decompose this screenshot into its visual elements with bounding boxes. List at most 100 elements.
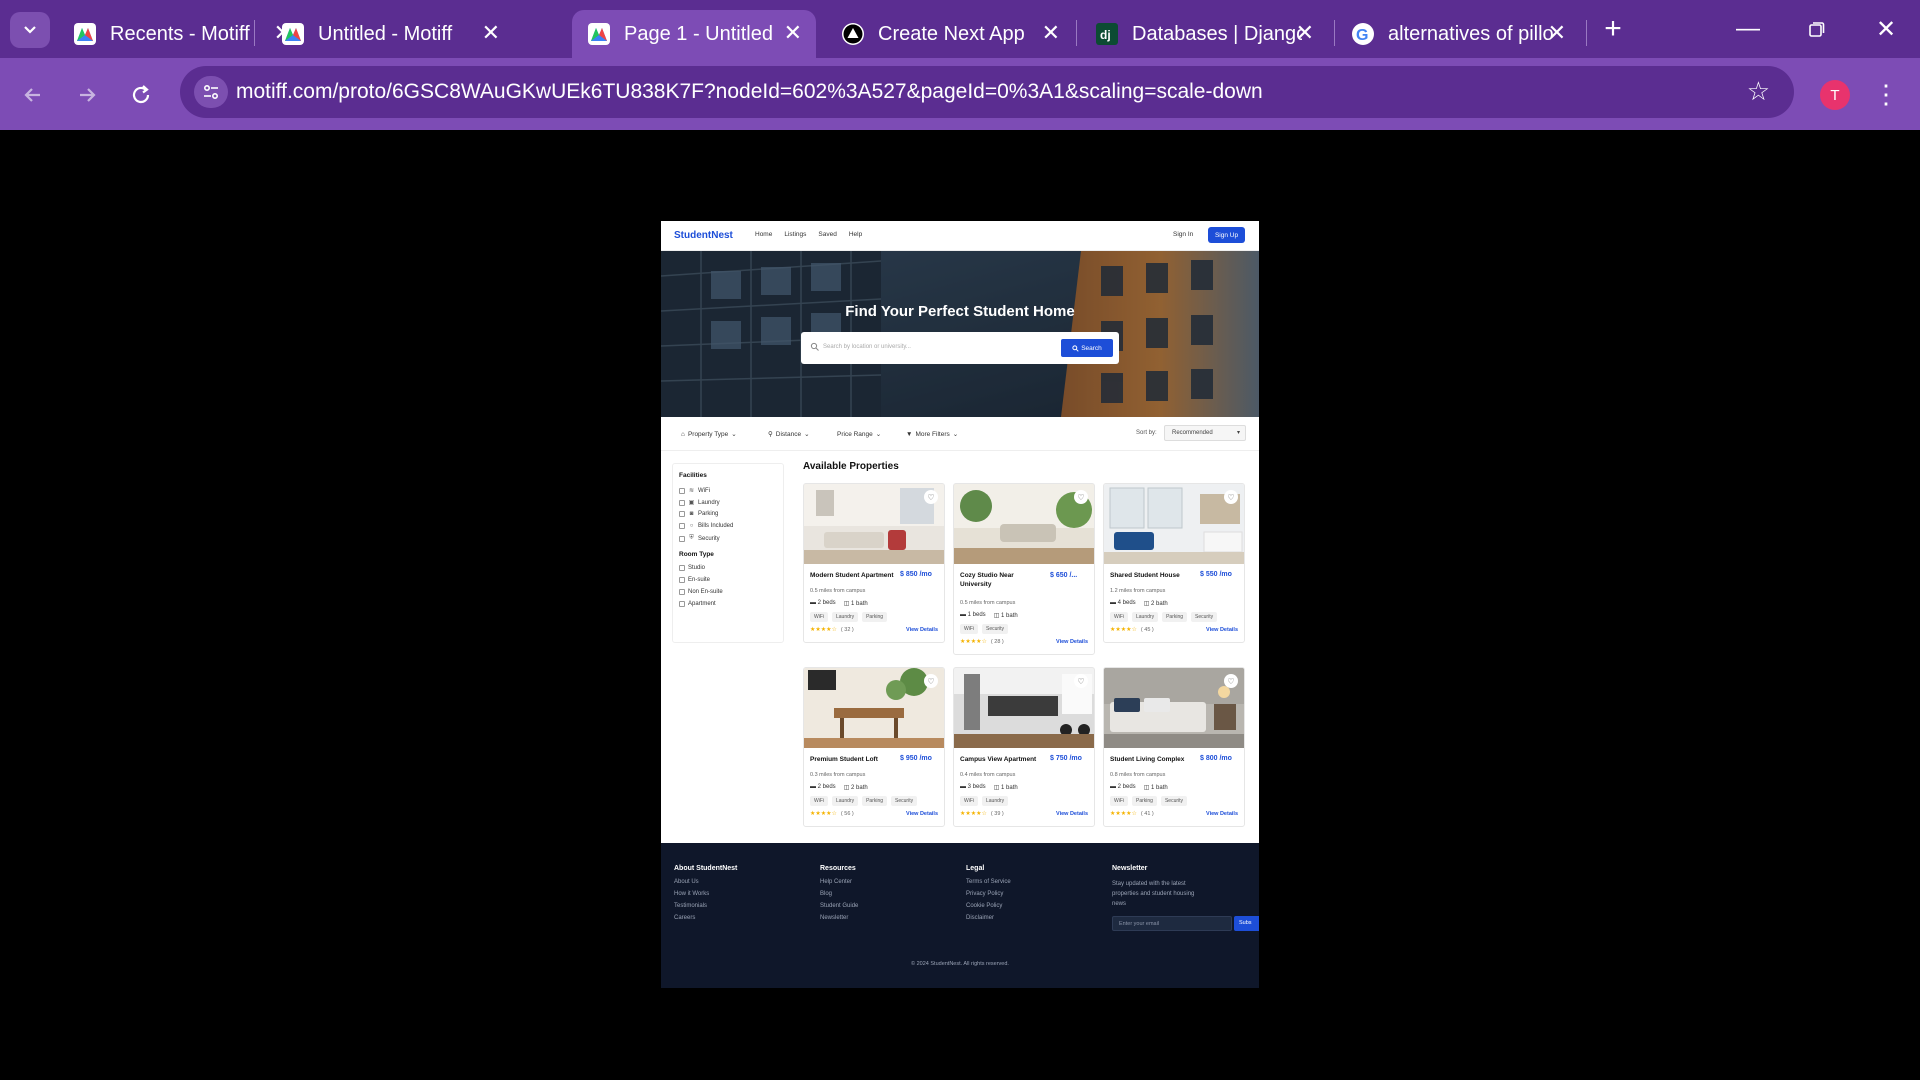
footer-link[interactable]: How it Works — [674, 891, 737, 897]
view-details-link[interactable]: View Details — [1056, 639, 1088, 645]
sort-select[interactable]: Recommended ▾ — [1164, 425, 1246, 441]
checkbox[interactable] — [679, 565, 685, 571]
nav-link-listings[interactable]: Listings — [784, 231, 806, 238]
facility-bills[interactable]: ○ Bills Included — [679, 523, 733, 529]
room-studio[interactable]: Studio — [679, 565, 705, 571]
baths-count: 1 bath — [1001, 785, 1018, 791]
browser-window: Recents - Motiff ✕ Untitled - Motiff ✕ P… — [0, 0, 1920, 1080]
chevron-down-icon: ⌄ — [731, 431, 737, 438]
checkbox[interactable] — [679, 499, 685, 506]
facility-wifi[interactable]: ≋ WiFi — [679, 487, 710, 494]
tag: Security — [891, 796, 918, 806]
checkbox[interactable] — [679, 601, 685, 607]
close-icon[interactable]: ✕ — [784, 22, 802, 44]
footer-link[interactable]: Careers — [674, 915, 737, 921]
footer-link[interactable]: About Us — [674, 879, 737, 885]
profile-avatar[interactable]: T — [1820, 80, 1850, 110]
room-apartment[interactable]: Apartment — [679, 601, 716, 607]
favorite-button[interactable]: ♡ — [1224, 490, 1238, 504]
close-window-button[interactable]: ✕ — [1871, 14, 1901, 44]
sign-in-link[interactable]: Sign In — [1173, 231, 1193, 238]
property-card[interactable]: ♡ Student Living Complex $ 800 /mo 0.8 m… — [1103, 667, 1245, 827]
option-label: WiFi — [698, 487, 710, 494]
site-info-icon[interactable] — [194, 76, 228, 108]
footer-link[interactable]: Disclaimer — [966, 915, 1011, 921]
minimize-button[interactable]: — — [1733, 14, 1763, 44]
checkbox[interactable] — [679, 487, 685, 494]
tab-search-button[interactable] — [10, 12, 50, 48]
nav-link-saved[interactable]: Saved — [818, 231, 836, 238]
browser-menu-icon[interactable]: ⋮ — [1873, 74, 1899, 114]
url-text[interactable]: motiff.com/proto/6GSC8WAuGKwUEk6TU838K7F… — [236, 80, 1263, 104]
property-card[interactable]: ♡ Modern Student Apartment $ 850 /mo 0.5… — [803, 483, 945, 643]
sign-up-button[interactable]: Sign Up — [1208, 227, 1245, 243]
checkbox[interactable] — [679, 589, 685, 595]
search-button[interactable]: Search — [1061, 339, 1113, 357]
facility-laundry[interactable]: ▣ Laundry — [679, 499, 720, 506]
view-details-link[interactable]: View Details — [1206, 627, 1238, 633]
favorite-button[interactable]: ♡ — [924, 490, 938, 504]
view-details-link[interactable]: View Details — [1056, 811, 1088, 817]
filter-more[interactable]: ▼ More Filters ⌄ — [902, 426, 962, 442]
reload-button[interactable] — [124, 78, 158, 112]
footer-link[interactable]: Cookie Policy — [966, 903, 1011, 909]
footer-link[interactable]: Testimonials — [674, 903, 737, 909]
beds-count: 2 beds — [817, 784, 836, 790]
newsletter-email-input[interactable]: Enter your email — [1112, 916, 1232, 931]
footer-link[interactable]: Privacy Policy — [966, 891, 1011, 897]
tab-page-1[interactable]: Page 1 - Untitled ✕ — [572, 10, 816, 58]
tab-untitled[interactable]: Untitled - Motiff ✕ — [266, 10, 514, 58]
new-tab-button[interactable]: + — [1598, 12, 1628, 45]
view-details-link[interactable]: View Details — [1206, 811, 1238, 817]
property-card[interactable]: ♡ Shared Student House $ 550 /mo 1.2 mil… — [1103, 483, 1245, 643]
facility-security[interactable]: ⛨ Security — [679, 535, 720, 542]
close-icon[interactable]: ✕ — [482, 22, 500, 44]
footer-link[interactable]: Student Guide — [820, 903, 858, 909]
search-icon — [1072, 344, 1079, 352]
baths-count: 2 bath — [851, 785, 868, 791]
restore-button[interactable] — [1802, 14, 1832, 44]
back-button[interactable] — [16, 78, 50, 112]
property-card[interactable]: ♡ Campus View Apartment $ 750 /mo 0.4 mi… — [953, 667, 1095, 827]
tab-alternatives[interactable]: G alternatives of pillo ✕ — [1336, 10, 1580, 58]
checkbox[interactable] — [679, 577, 685, 583]
filter-price-range[interactable]: Price Range ⌄ — [833, 426, 885, 442]
facility-parking[interactable]: ◙ Parking — [679, 511, 718, 517]
checkbox[interactable] — [679, 511, 685, 517]
footer-link[interactable]: Newsletter — [820, 915, 858, 921]
nav-link-help[interactable]: Help — [849, 231, 862, 238]
close-icon[interactable]: ✕ — [1042, 22, 1060, 44]
tab-databases-django[interactable]: dj Databases | Django ✕ — [1080, 10, 1328, 58]
forward-button[interactable] — [70, 78, 104, 112]
property-tags: WiFi Laundry Parking — [810, 612, 888, 622]
property-card[interactable]: ♡ Cozy Studio Near University $ 650 /...… — [953, 483, 1095, 655]
nav-link-home[interactable]: Home — [755, 231, 772, 238]
filter-distance[interactable]: ⚲ Distance ⌄ — [764, 426, 814, 442]
view-details-link[interactable]: View Details — [906, 811, 938, 817]
property-card[interactable]: ♡ Premium Student Loft $ 950 /mo 0.3 mil… — [803, 667, 945, 827]
checkbox[interactable] — [679, 523, 685, 529]
footer-link[interactable]: Blog — [820, 891, 858, 897]
bookmark-star-icon[interactable]: ☆ — [1747, 76, 1770, 107]
tab-create-next-app[interactable]: Create Next App ✕ — [826, 10, 1074, 58]
laundry-icon: ▣ — [688, 500, 695, 506]
baths-count: 2 bath — [1151, 601, 1168, 607]
room-en-suite[interactable]: En-suite — [679, 577, 710, 583]
favorite-button[interactable]: ♡ — [924, 674, 938, 688]
favorite-button[interactable]: ♡ — [1074, 674, 1088, 688]
footer-link[interactable]: Terms of Service — [966, 879, 1011, 885]
search-input[interactable]: Search by location or university... — [823, 344, 911, 350]
footer-link[interactable]: Help Center — [820, 879, 858, 885]
site-logo[interactable]: StudentNest — [674, 230, 733, 241]
address-bar[interactable]: motiff.com/proto/6GSC8WAuGKwUEk6TU838K7F… — [180, 66, 1794, 118]
room-non-en-suite[interactable]: Non En-suite — [679, 589, 723, 595]
view-details-link[interactable]: View Details — [906, 627, 938, 633]
tag: WiFi — [1110, 612, 1128, 622]
favorite-button[interactable]: ♡ — [1224, 674, 1238, 688]
filter-property-type[interactable]: ⌂ Property Type ⌄ — [677, 426, 741, 442]
checkbox[interactable] — [679, 535, 685, 542]
close-icon[interactable]: ✕ — [1296, 22, 1314, 44]
favorite-button[interactable]: ♡ — [1074, 490, 1088, 504]
subscribe-button[interactable]: Subs — [1234, 916, 1259, 931]
close-icon[interactable]: ✕ — [1548, 22, 1566, 44]
